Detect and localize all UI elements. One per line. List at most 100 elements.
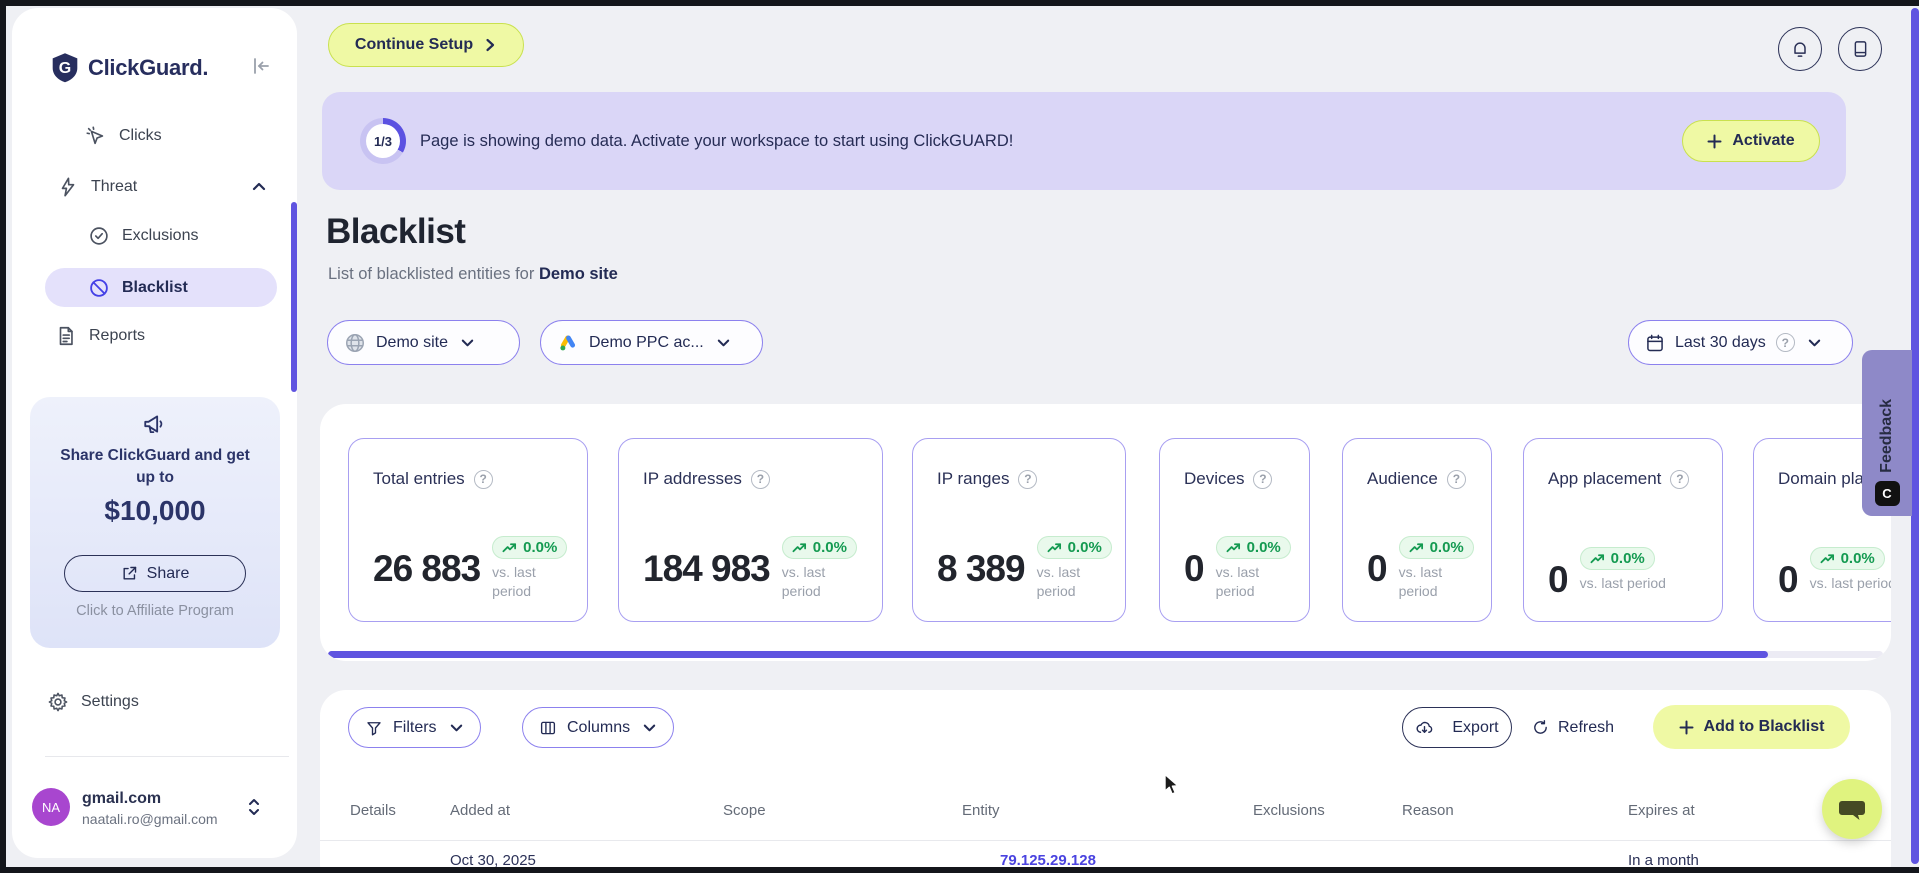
ban-icon — [88, 277, 110, 299]
sidebar-item-blacklist[interactable]: Blacklist — [45, 268, 277, 307]
trend-value: 0.0% — [523, 539, 558, 557]
vs-last-period-label: vs. last period — [1215, 564, 1260, 600]
sidebar-item-settings[interactable]: Settings — [47, 686, 139, 718]
stat-value: 8 389 — [937, 548, 1026, 590]
trend-badge: 0.0% — [1809, 547, 1885, 570]
filters-dropdown[interactable]: Filters — [348, 707, 481, 748]
plus-icon — [1679, 720, 1694, 735]
help-icon[interactable] — [1018, 469, 1038, 489]
window-frame-top — [0, 0, 1919, 6]
sidebar-item-clicks[interactable]: Clicks — [85, 120, 162, 152]
column-header-reason[interactable]: Reason — [1402, 802, 1454, 819]
stat-card-devices: Devices 0 0.0% vs. last period — [1159, 438, 1310, 622]
sidebar-item-reports[interactable]: Reports — [55, 320, 145, 352]
export-button[interactable]: Export — [1402, 707, 1512, 748]
stats-horizontal-scrollbar[interactable] — [328, 651, 1883, 658]
docs-button[interactable] — [1838, 27, 1882, 71]
help-icon[interactable] — [750, 469, 770, 489]
stat-card-total-entries: Total entries 26 883 0.0% vs. last perio… — [348, 438, 588, 622]
stat-value: 0 — [1548, 559, 1569, 600]
google-ads-icon — [557, 332, 579, 354]
help-icon[interactable] — [1775, 333, 1795, 352]
feedback-tab[interactable]: Feedback C — [1862, 350, 1912, 516]
column-header-exclusions[interactable]: Exclusions — [1253, 802, 1325, 819]
setup-progress-label: 1/3 — [366, 124, 400, 158]
sidebar-item-label: Blacklist — [122, 278, 188, 296]
trend-up-icon — [1409, 543, 1423, 552]
book-icon — [1851, 39, 1870, 59]
site-selector[interactable]: Demo site — [327, 320, 520, 365]
share-button-label: Share — [146, 564, 190, 582]
sidebar-item-label: Settings — [81, 693, 139, 710]
avatar[interactable]: NA — [32, 788, 70, 826]
blacklist-table-panel: Filters Columns Export Refresh Add to Bl… — [320, 690, 1891, 873]
site-selector-label: Demo site — [376, 333, 449, 351]
column-header-added-at[interactable]: Added at — [450, 802, 510, 819]
chat-bubble-icon — [1838, 796, 1866, 822]
sidebar-collapse-icon[interactable] — [250, 55, 272, 77]
trend-up-icon — [1820, 553, 1834, 563]
trend-value: 0.0% — [1067, 539, 1102, 557]
stat-label: Audience — [1367, 469, 1438, 488]
bell-icon — [1790, 39, 1810, 59]
account-name: gmail.com — [82, 790, 162, 807]
trend-up-icon — [792, 543, 806, 552]
stat-card-ip-addresses: IP addresses 184 983 0.0% vs. last perio… — [618, 438, 883, 622]
stat-label: Total entries — [373, 469, 465, 488]
window-scrollbar[interactable] — [1911, 8, 1919, 864]
column-header-expires-at[interactable]: Expires at — [1628, 802, 1695, 819]
badge-check-icon — [88, 225, 110, 247]
stat-label: App placement — [1548, 469, 1662, 488]
stat-value: 0 — [1778, 559, 1799, 600]
share-button[interactable]: Share — [64, 555, 246, 592]
trend-badge: 0.0% — [1398, 536, 1474, 560]
trend-value: 0.0% — [1610, 550, 1645, 567]
chat-launcher-button[interactable] — [1822, 779, 1882, 839]
help-icon[interactable] — [1446, 469, 1466, 489]
sidebar-item-threat[interactable]: Threat — [57, 171, 267, 203]
columns-label: Columns — [567, 718, 631, 736]
trend-up-icon — [1590, 553, 1604, 563]
stat-label: IP addresses — [643, 469, 742, 488]
chevron-up-icon[interactable] — [251, 179, 267, 195]
megaphone-icon — [30, 397, 280, 437]
account-switcher-icon[interactable] — [246, 796, 262, 818]
column-header-details[interactable]: Details — [350, 802, 396, 819]
scrollbar-thumb[interactable] — [328, 651, 1768, 658]
stat-value: 26 883 — [373, 548, 481, 590]
help-icon[interactable] — [473, 469, 493, 489]
trend-value: 0.0% — [1840, 550, 1875, 567]
column-header-scope[interactable]: Scope — [723, 802, 766, 819]
trend-badge: 0.0% — [1579, 547, 1655, 570]
stats-panel: Total entries 26 883 0.0% vs. last perio… — [320, 404, 1891, 661]
stat-card-audience: Audience 0 0.0% vs. last period — [1342, 438, 1492, 622]
calendar-icon — [1645, 333, 1665, 353]
sidebar-item-exclusions[interactable]: Exclusions — [88, 220, 198, 252]
columns-dropdown[interactable]: Columns — [522, 707, 675, 748]
column-header-entity[interactable]: Entity — [962, 802, 1000, 819]
activate-button[interactable]: Activate — [1682, 120, 1820, 162]
refresh-button[interactable]: Refresh — [1532, 707, 1614, 748]
continue-setup-button[interactable]: Continue Setup — [328, 23, 524, 67]
promo-amount: $10,000 — [104, 495, 206, 526]
account-email: naatali.ro@gmail.com — [82, 811, 218, 827]
notifications-button[interactable] — [1778, 27, 1822, 71]
help-icon[interactable] — [1670, 469, 1690, 489]
refresh-icon — [1532, 719, 1549, 736]
cloud-download-icon — [1415, 719, 1434, 736]
ppc-account-label: Demo PPC ac... — [589, 333, 704, 351]
logo-text: ClickGuard. — [88, 55, 209, 80]
logo: G ClickGuard. — [50, 52, 208, 84]
ppc-account-selector[interactable]: Demo PPC ac... — [540, 320, 763, 365]
date-range-selector[interactable]: Last 30 days — [1628, 320, 1853, 365]
chevron-down-icon — [449, 720, 464, 735]
sidebar-item-label: Clicks — [119, 127, 162, 144]
sidebar-item-label: Threat — [91, 178, 138, 195]
affiliate-promo-card[interactable]: Share ClickGuard and get up to $10,000 S… — [30, 397, 280, 648]
trend-badge: 0.0% — [781, 536, 857, 560]
trend-up-icon — [1226, 543, 1240, 552]
add-to-blacklist-button[interactable]: Add to Blacklist — [1653, 705, 1850, 749]
globe-icon — [344, 332, 366, 354]
sidebar-scrollbar[interactable] — [291, 202, 297, 392]
help-icon[interactable] — [1253, 469, 1273, 489]
